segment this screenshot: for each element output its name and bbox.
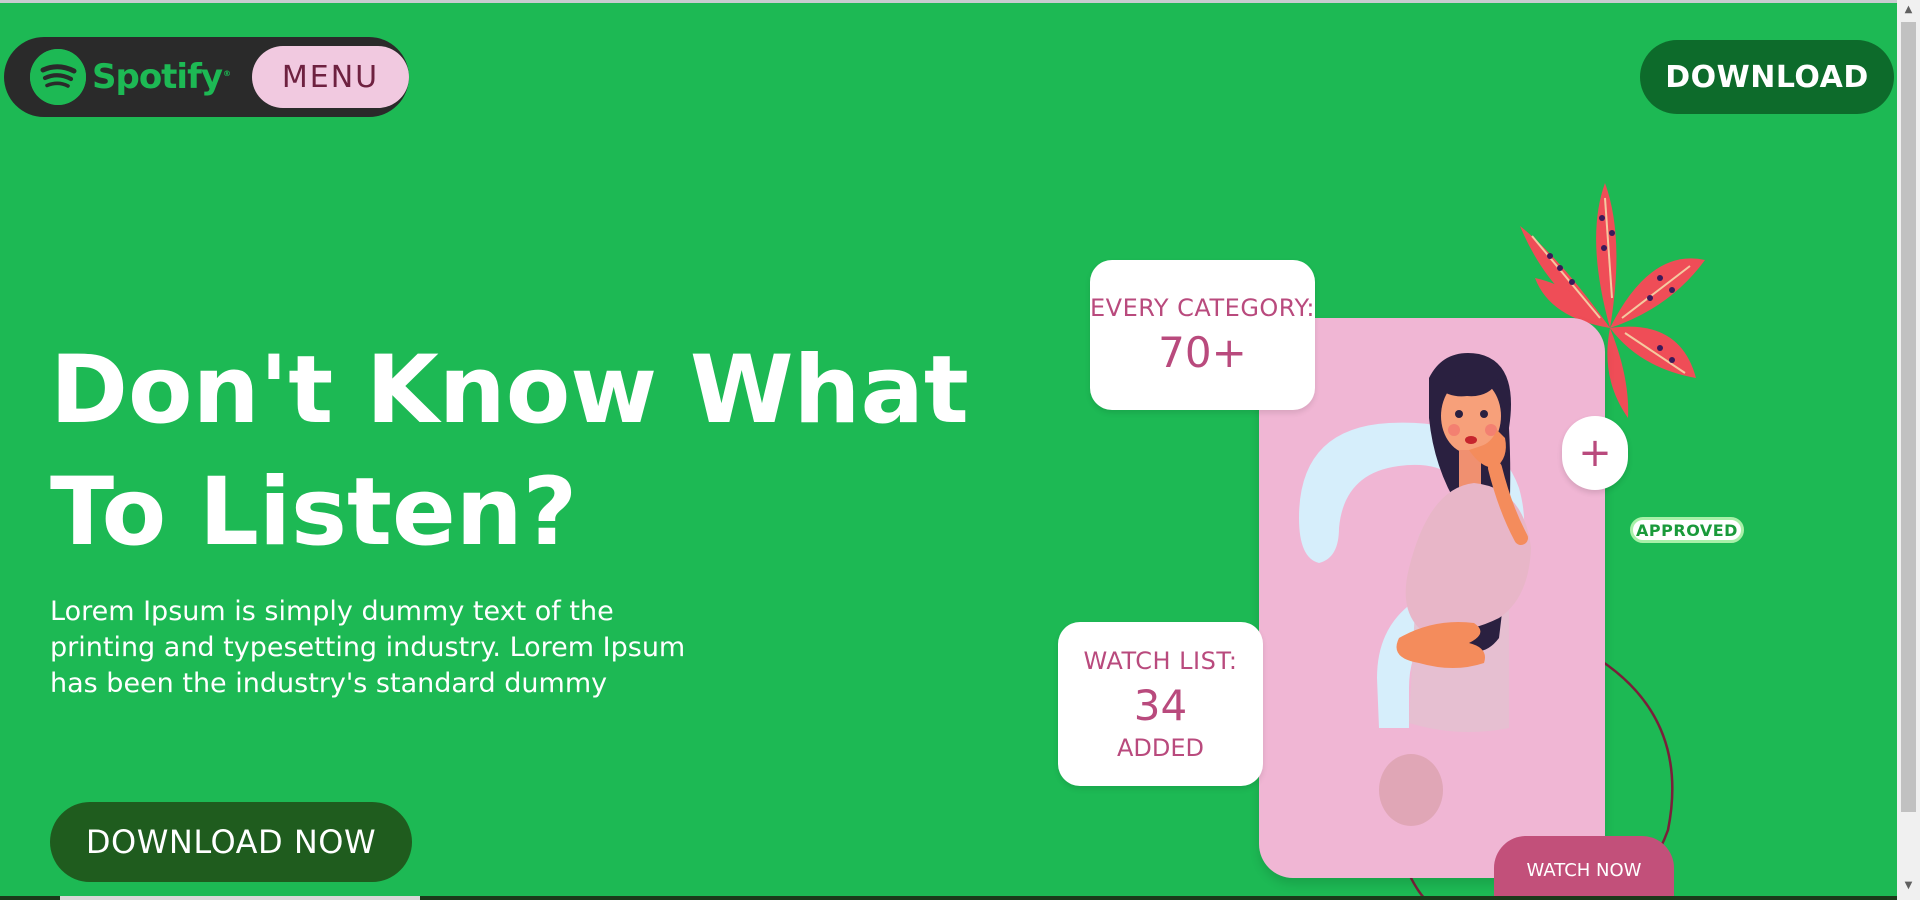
decorative-arc [1408,658,1674,900]
scroll-down-arrow-icon[interactable]: ▼ [1897,880,1920,896]
category-stat-card: EVERY CATEGORY: 70+ [1090,260,1315,410]
scroll-up-arrow-icon[interactable]: ▲ [1897,4,1920,20]
watchlist-stat-label: WATCH LIST: [1083,646,1238,675]
watchlist-stat-sub: ADDED [1116,733,1205,762]
scrollbar-thumb[interactable] [1901,22,1916,812]
add-plus-button[interactable]: + [1562,416,1628,490]
vertical-scrollbar[interactable]: ▲ ▼ [1897,0,1920,900]
category-stat-label: EVERY CATEGORY: [1090,293,1315,322]
bottom-scroll-indicator [60,896,420,900]
watchlist-stat-value: 34 [1133,680,1188,730]
phone-mockup [1259,318,1605,878]
approved-badge: APPROVED [1630,517,1744,543]
watch-now-button[interactable]: WATCH NOW [1494,836,1674,900]
category-stat-value: 70+ [1158,327,1247,377]
thinking-woman-question-mark-illustration [1299,353,1531,826]
watchlist-stat-card: WATCH LIST: 34 ADDED [1058,622,1263,786]
plus-icon: + [1578,430,1612,476]
